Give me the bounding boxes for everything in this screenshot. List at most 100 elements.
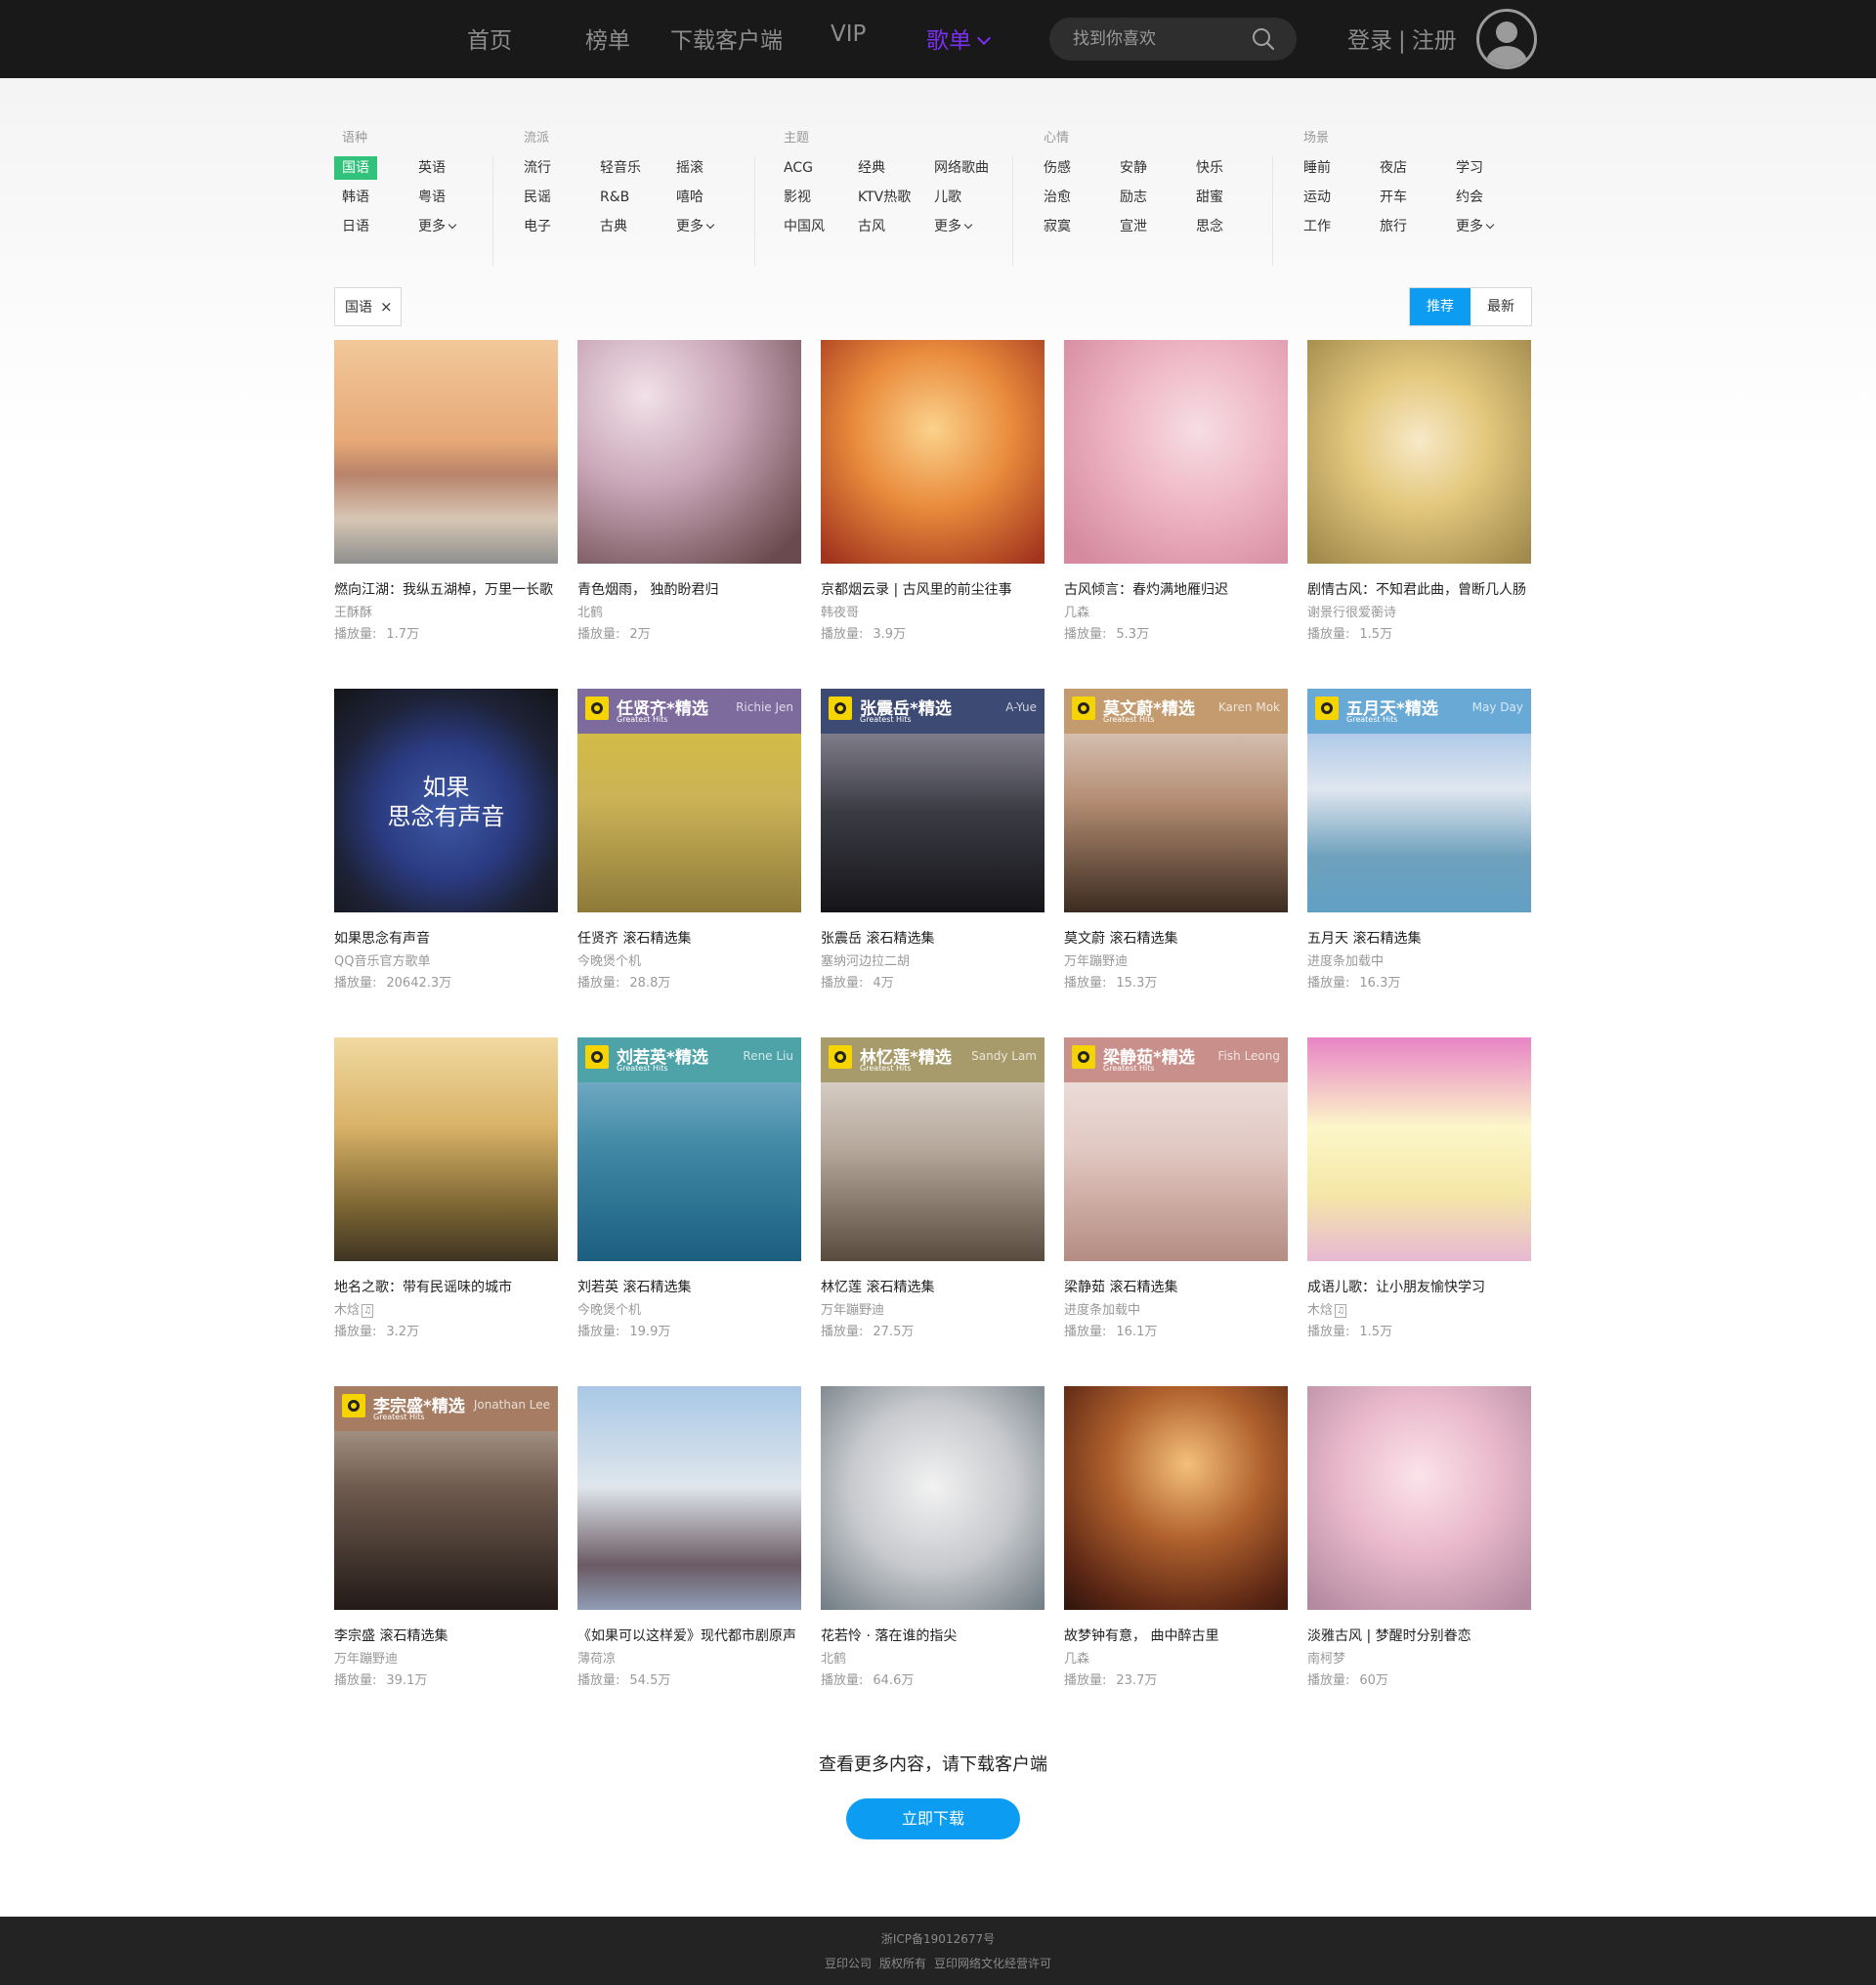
playlist-card[interactable]: 地名之歌：带有民谣味的城市 木焓 ♫ 播放量: 3.2万 [334,1037,558,1386]
category-item[interactable]: 伤感 [1036,156,1079,180]
category-item[interactable]: 古典 [592,215,635,238]
category-item[interactable]: 流行 [516,156,559,180]
search-input[interactable] [1073,18,1249,61]
playlist-creator[interactable]: 今晚煲个机 [577,1299,801,1318]
playlist-cover[interactable] [334,340,558,564]
playlist-title[interactable]: 刘若英 滚石精选集 [577,1277,801,1296]
category-item[interactable]: ACG [776,156,821,180]
playlist-cover[interactable] [1064,1386,1288,1610]
playlist-cover[interactable]: 如果 思念有声音 [334,689,558,912]
playlist-title[interactable]: 李宗盛 滚石精选集 [334,1626,558,1645]
creator-name[interactable]: 王酥酥 [334,606,372,620]
category-item[interactable]: 快乐 [1188,156,1231,180]
playlist-creator[interactable]: 塞纳河边拉二胡 [821,950,1045,969]
category-item[interactable]: 寂寞 [1036,215,1079,238]
playlist-title[interactable]: 张震岳 滚石精选集 [821,928,1045,948]
playlist-card[interactable]: 淡雅古风 | 梦醒时分别眷恋 南柯梦 播放量: 60万 [1307,1386,1531,1735]
playlist-cover[interactable] [1307,1037,1531,1261]
playlist-cover[interactable] [577,1386,801,1610]
category-item[interactable]: 甜蜜 [1188,186,1231,209]
category-more[interactable]: 更多 [926,215,979,238]
creator-name[interactable]: 薄荷凉 [577,1652,616,1667]
creator-name[interactable]: 谢景行很爱蘅诗 [1307,606,1396,620]
playlist-creator[interactable]: 北鹤 [821,1648,1045,1667]
playlist-cover[interactable] [821,1386,1045,1610]
playlist-cover[interactable] [1064,340,1288,564]
playlist-cover[interactable]: 梁静茹*精选 Greatest Hits Fish Leong [1064,1037,1288,1261]
category-item[interactable]: 电子 [516,215,559,238]
playlist-title[interactable]: 《如果可以这样爱》现代都市剧原声 [577,1626,801,1645]
category-more[interactable]: 更多 [668,215,721,238]
creator-name[interactable]: 北鹤 [577,606,603,620]
category-item[interactable]: 运动 [1296,186,1339,209]
playlist-cover[interactable] [334,1037,558,1261]
creator-name[interactable]: 北鹤 [821,1652,846,1667]
playlist-cover[interactable] [1307,340,1531,564]
playlist-card[interactable]: 莫文蔚*精选 Greatest Hits Karen Mok 莫文蔚 滚石精选集 万年蹦… [1064,689,1288,1037]
sort-latest-button[interactable]: 最新 [1471,288,1531,325]
playlist-title[interactable]: 五月天 滚石精选集 [1307,928,1531,948]
playlist-cover[interactable]: 刘若英*精选 Greatest Hits Rene Liu [577,1037,801,1261]
category-item[interactable]: 宣泄 [1112,215,1155,238]
playlist-creator[interactable]: 木焓 ♫ [1307,1299,1531,1318]
category-more[interactable]: 更多 [410,215,463,238]
playlist-title[interactable]: 剧情古风：不知君此曲，曾断几人肠 [1307,579,1531,599]
playlist-title[interactable]: 古风倾言：春灼满地雁归迟 [1064,579,1288,599]
creator-name[interactable]: 南柯梦 [1307,1652,1345,1667]
creator-name[interactable]: 万年蹦野迪 [821,1303,884,1318]
playlist-cover[interactable] [821,340,1045,564]
category-item[interactable]: 励志 [1112,186,1155,209]
category-item[interactable]: 经典 [850,156,893,180]
playlist-card[interactable]: 青色烟雨， 独酌盼君归 北鹤 播放量: 2万 [577,340,801,689]
playlist-creator[interactable]: 进度条加载中 [1064,1299,1288,1318]
playlist-creator[interactable]: 南柯梦 [1307,1648,1531,1667]
playlist-title[interactable]: 花若怜 · 落在谁的指尖 [821,1626,1045,1645]
playlist-creator[interactable]: 木焓 ♫ [334,1299,558,1318]
category-item[interactable]: 治愈 [1036,186,1079,209]
playlist-creator[interactable]: 万年蹦野迪 [334,1648,558,1667]
playlist-card[interactable]: 张震岳*精选 Greatest Hits A-Yue 张震岳 滚石精选集 塞纳河边拉二胡… [821,689,1045,1037]
category-item[interactable]: 嘻哈 [668,186,711,209]
playlist-cover[interactable]: 张震岳*精选 Greatest Hits A-Yue [821,689,1045,912]
register-link[interactable]: 注册 [1412,28,1457,54]
playlist-creator[interactable]: 几森 [1064,1648,1288,1667]
category-item[interactable]: 睡前 [1296,156,1339,180]
category-item[interactable]: 民谣 [516,186,559,209]
playlist-title[interactable]: 梁静茹 滚石精选集 [1064,1277,1288,1296]
category-item[interactable]: 思念 [1188,215,1231,238]
playlist-creator[interactable]: 今晚煲个机 [577,950,801,969]
category-item[interactable]: 韩语 [334,186,377,209]
category-item[interactable]: 粤语 [410,186,453,209]
nav-charts[interactable]: 榜单 [585,21,630,55]
footer-license[interactable]: 豆印网络文化经营许可 [934,1957,1051,1970]
category-item[interactable]: R&B [592,186,637,209]
playlist-card[interactable]: 如果 思念有声音 如果思念有声音 QQ音乐官方歌单 播放量: 20642.3万 [334,689,558,1037]
creator-name[interactable]: 韩夜哥 [821,606,859,620]
playlist-title[interactable]: 地名之歌：带有民谣味的城市 [334,1277,558,1296]
nav-playlists[interactable]: 歌单 [926,21,992,55]
category-item[interactable]: 网络歌曲 [926,156,997,180]
category-item[interactable]: KTV热歌 [850,186,918,209]
playlist-card[interactable]: 《如果可以这样爱》现代都市剧原声 薄荷凉 播放量: 54.5万 [577,1386,801,1735]
playlist-cover[interactable]: 李宗盛*精选 Greatest Hits Jonathan Lee [334,1386,558,1610]
playlist-cover[interactable]: 五月天*精选 Greatest Hits May Day [1307,689,1531,912]
playlist-creator[interactable]: 几森 [1064,602,1288,620]
category-more[interactable]: 更多 [1448,215,1501,238]
creator-name[interactable]: 几森 [1064,606,1089,620]
creator-name[interactable]: 木焓 [334,1303,360,1318]
playlist-cover[interactable] [577,340,801,564]
playlist-card[interactable]: 五月天*精选 Greatest Hits May Day 五月天 滚石精选集进度条加载… [1307,689,1531,1037]
playlist-card[interactable]: 林忆莲*精选 Greatest Hits Sandy Lam 林忆莲 滚石精选集 万年蹦… [821,1037,1045,1386]
avatar[interactable] [1476,9,1537,69]
playlist-creator[interactable]: 万年蹦野迪 [1064,950,1288,969]
playlist-creator[interactable]: 万年蹦野迪 [821,1299,1045,1318]
creator-name[interactable]: 万年蹦野迪 [334,1652,398,1667]
close-icon[interactable]: × [380,298,393,316]
category-item[interactable]: 安静 [1112,156,1155,180]
playlist-card[interactable]: 刘若英*精选 Greatest Hits Rene Liu 刘若英 滚石精选集 今晚煲个… [577,1037,801,1386]
creator-name[interactable]: 木焓 [1307,1303,1333,1318]
playlist-card[interactable]: 李宗盛*精选 Greatest Hits Jonathan Lee 李宗盛 滚石精选集… [334,1386,558,1735]
category-item[interactable]: 儿歌 [926,186,969,209]
login-link[interactable]: 登录 [1347,28,1392,54]
creator-name[interactable]: 进度条加载中 [1307,954,1384,969]
